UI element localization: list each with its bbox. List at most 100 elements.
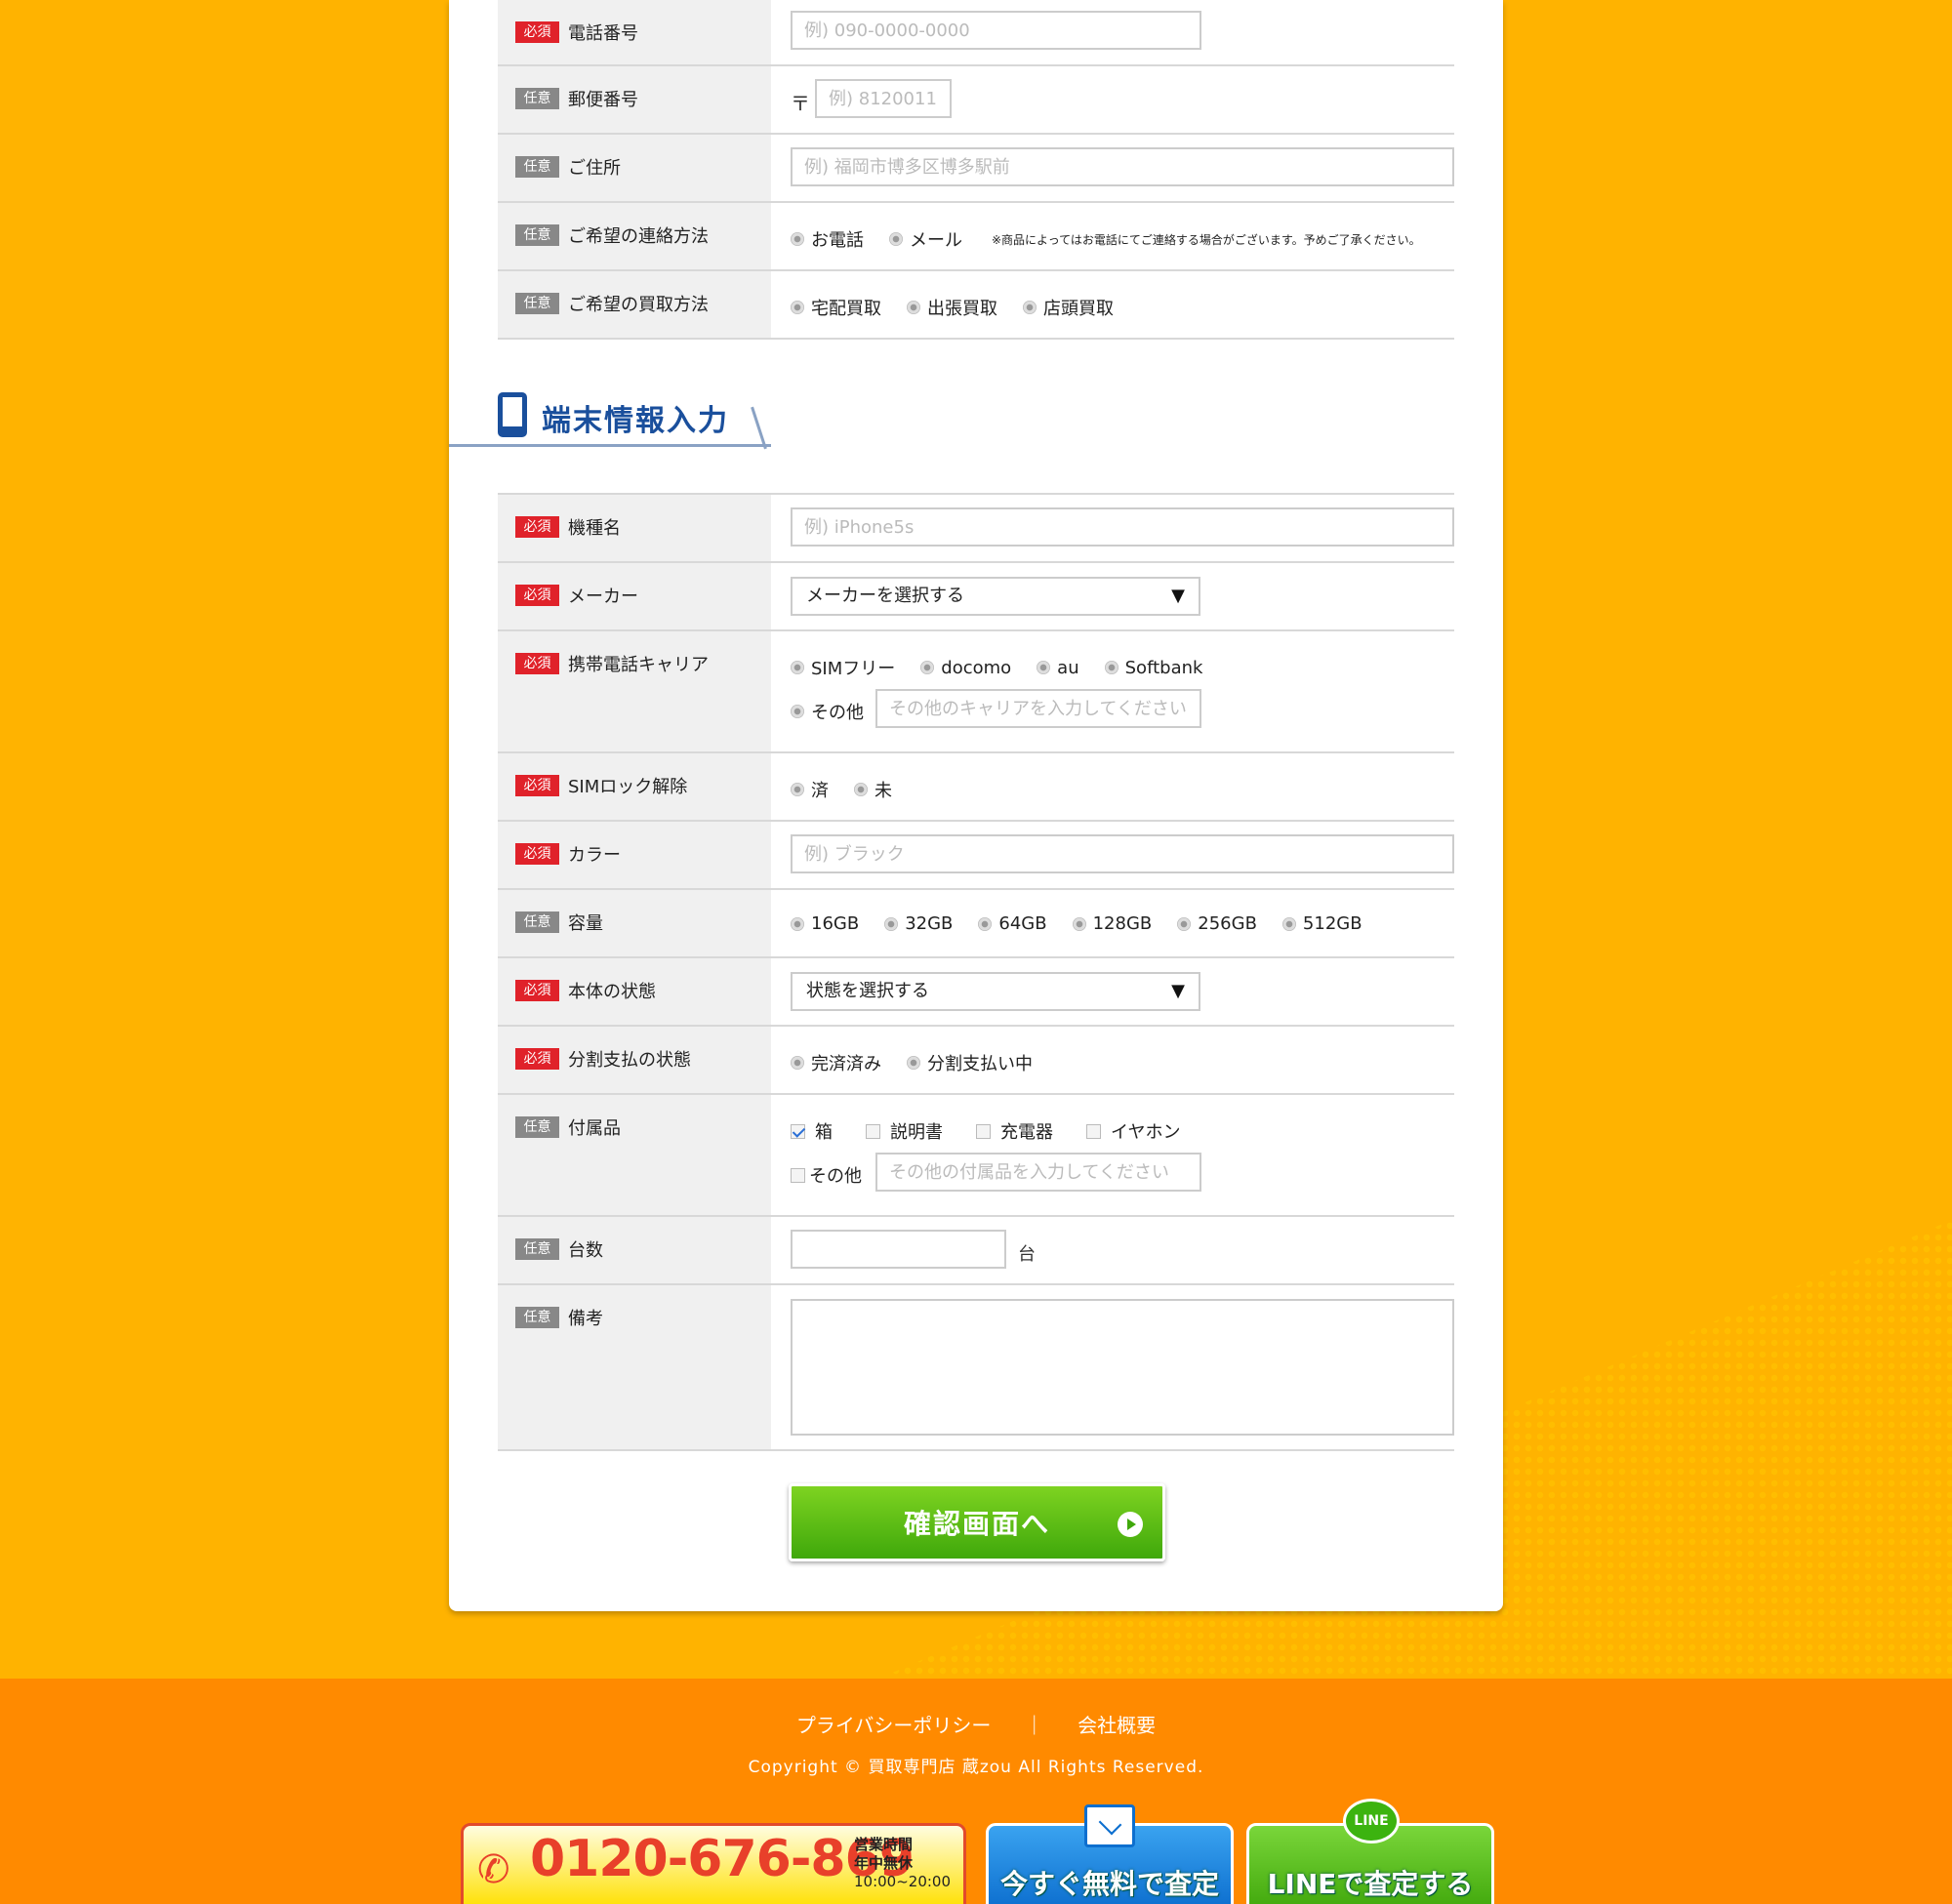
checkbox-charger[interactable]: 充電器 bbox=[976, 1118, 1053, 1144]
radio-visit[interactable]: 出張買取 bbox=[907, 295, 997, 320]
model-label: 機種名 bbox=[568, 518, 621, 539]
checkbox-earphones[interactable]: イヤホン bbox=[1086, 1118, 1180, 1144]
radio-icon bbox=[791, 301, 804, 314]
copyright: Copyright © 買取専門店 蔵zou All Rights Reserv… bbox=[748, 1758, 1204, 1777]
phone-input[interactable] bbox=[791, 11, 1201, 50]
play-circle-icon bbox=[1118, 1512, 1143, 1537]
sim-unlock-group: 済 未 bbox=[791, 777, 917, 802]
carrier-other-input[interactable] bbox=[875, 689, 1201, 728]
remarks-label: 備考 bbox=[568, 1309, 603, 1329]
radio-softbank[interactable]: Softbank bbox=[1104, 655, 1202, 680]
checkbox-manual[interactable]: 説明書 bbox=[866, 1118, 943, 1144]
dropdown-arrow-icon: ▼ bbox=[1171, 586, 1185, 606]
radio-icon bbox=[907, 301, 920, 314]
row-color: 必須 カラー bbox=[498, 822, 1454, 890]
radio-128gb[interactable]: 128GB bbox=[1072, 913, 1152, 934]
tel-banner[interactable]: ✆ 0120-676-869 営業時間 年中無休 10:00~20:00 bbox=[461, 1823, 966, 1904]
checkbox-icon bbox=[866, 1123, 880, 1139]
row-address: 任意 ご住所 bbox=[498, 135, 1454, 203]
radio-locked[interactable]: 未 bbox=[854, 777, 892, 802]
section-title: 端末情報入力 bbox=[542, 404, 729, 438]
row-postal: 任意 郵便番号 〒 bbox=[498, 66, 1454, 135]
checkbox-box[interactable]: 箱 bbox=[791, 1118, 833, 1144]
radio-paid-off[interactable]: 完済済み bbox=[791, 1050, 881, 1075]
row-label: 任意 ご希望の連絡方法 bbox=[498, 203, 771, 269]
checkbox-icon bbox=[1086, 1123, 1101, 1139]
accessory-other-input[interactable] bbox=[875, 1153, 1201, 1192]
quantity-input[interactable] bbox=[791, 1230, 1006, 1269]
row-label: 任意 台数 bbox=[498, 1217, 771, 1283]
radio-store[interactable]: 店頭買取 bbox=[1023, 295, 1114, 320]
radio-16gb[interactable]: 16GB bbox=[791, 913, 859, 934]
postal-prefix: 〒 bbox=[791, 92, 810, 115]
radio-512gb[interactable]: 512GB bbox=[1281, 913, 1362, 934]
radio-256gb[interactable]: 256GB bbox=[1177, 913, 1257, 934]
purchase-method-group: 宅配買取 出張買取 店頭買取 bbox=[791, 295, 1139, 320]
radio-au[interactable]: au bbox=[1037, 655, 1079, 680]
condition-label: 本体の状態 bbox=[568, 982, 656, 1002]
mail-assessment-banner[interactable]: 今すぐ無料で査定 bbox=[986, 1804, 1234, 1904]
optional-badge: 任意 bbox=[515, 911, 559, 933]
radio-icon bbox=[791, 705, 804, 718]
radio-icon bbox=[1104, 661, 1118, 674]
checkbox-accessory-other[interactable]: その他 bbox=[791, 1162, 862, 1188]
row-model: 必須 機種名 bbox=[498, 495, 1454, 563]
radio-delivery[interactable]: 宅配買取 bbox=[791, 295, 881, 320]
radio-64gb[interactable]: 64GB bbox=[978, 913, 1047, 934]
required-badge: 必須 bbox=[515, 843, 559, 865]
mail-download-icon bbox=[1084, 1804, 1135, 1847]
dropdown-arrow-icon: ▼ bbox=[1171, 981, 1185, 1001]
radio-icon bbox=[1281, 916, 1296, 931]
confirm-button[interactable]: 確認画面へ bbox=[789, 1483, 1165, 1561]
condition-select[interactable]: 状態を選択する ▼ bbox=[791, 972, 1200, 1011]
address-input[interactable] bbox=[791, 147, 1454, 186]
radio-phone[interactable]: お電話 bbox=[791, 226, 864, 252]
row-label: 必須 電話番号 bbox=[498, 0, 771, 64]
required-badge: 必須 bbox=[515, 775, 559, 796]
radio-paying[interactable]: 分割支払い中 bbox=[907, 1050, 1033, 1075]
company-link[interactable]: 会社概要 bbox=[1078, 1714, 1156, 1737]
radio-mail[interactable]: メール bbox=[889, 226, 962, 252]
checkbox-icon bbox=[791, 1167, 805, 1183]
optional-badge: 任意 bbox=[515, 1307, 559, 1328]
line-banner-label: LINEで査定する bbox=[1267, 1868, 1474, 1900]
required-badge: 必須 bbox=[515, 1048, 559, 1070]
row-label: 必須 カラー bbox=[498, 822, 771, 888]
installment-label: 分割支払の状態 bbox=[568, 1050, 691, 1071]
row-phone: 必須 電話番号 bbox=[498, 0, 1454, 66]
line-assessment-banner[interactable]: LINE LINEで査定する bbox=[1246, 1799, 1494, 1904]
radio-unlocked[interactable]: 済 bbox=[791, 777, 829, 802]
row-installment: 必須 分割支払の状態 完済済み 分割支払い中 bbox=[498, 1027, 1454, 1095]
row-label: 任意 ご希望の買取方法 bbox=[498, 271, 771, 338]
color-input[interactable] bbox=[791, 834, 1454, 873]
radio-icon bbox=[889, 232, 903, 246]
optional-badge: 任意 bbox=[515, 293, 559, 314]
optional-badge: 任意 bbox=[515, 88, 559, 109]
form-card: 必須 電話番号 任意 郵便番号 〒 任意 ご住所 任意 ご希望の連絡方法 お電話… bbox=[449, 0, 1503, 1611]
carrier-label: 携帯電話キャリア bbox=[568, 655, 709, 675]
row-label: 任意 容量 bbox=[498, 890, 771, 956]
privacy-policy-link[interactable]: プライバシーポリシー bbox=[796, 1714, 992, 1737]
row-label: 必須 SIMロック解除 bbox=[498, 753, 771, 820]
heading-underline bbox=[449, 444, 771, 447]
row-label: 必須 本体の状態 bbox=[498, 958, 771, 1025]
address-label: ご住所 bbox=[568, 158, 621, 179]
radio-icon bbox=[791, 916, 804, 931]
maker-select[interactable]: メーカーを選択する ▼ bbox=[791, 577, 1200, 616]
radio-32gb[interactable]: 32GB bbox=[884, 913, 953, 934]
radio-icon bbox=[791, 232, 804, 246]
checkbox-checked-icon bbox=[791, 1123, 805, 1139]
model-input[interactable] bbox=[791, 507, 1454, 547]
remarks-textarea[interactable] bbox=[791, 1299, 1454, 1436]
footer-separator: ｜ bbox=[1024, 1714, 1044, 1737]
postal-input[interactable] bbox=[815, 79, 952, 118]
smartphone-icon bbox=[498, 392, 527, 437]
radio-docomo[interactable]: docomo bbox=[920, 655, 1011, 680]
line-logo-icon: LINE bbox=[1343, 1799, 1400, 1843]
sim-unlock-label: SIMロック解除 bbox=[568, 777, 688, 797]
radio-icon bbox=[907, 1056, 920, 1070]
phone-receiver-icon: ✆ bbox=[477, 1847, 510, 1892]
phone-label: 電話番号 bbox=[568, 23, 638, 44]
radio-carrier-other[interactable]: その他 bbox=[791, 699, 864, 724]
radio-simfree[interactable]: SIMフリー bbox=[791, 655, 895, 680]
